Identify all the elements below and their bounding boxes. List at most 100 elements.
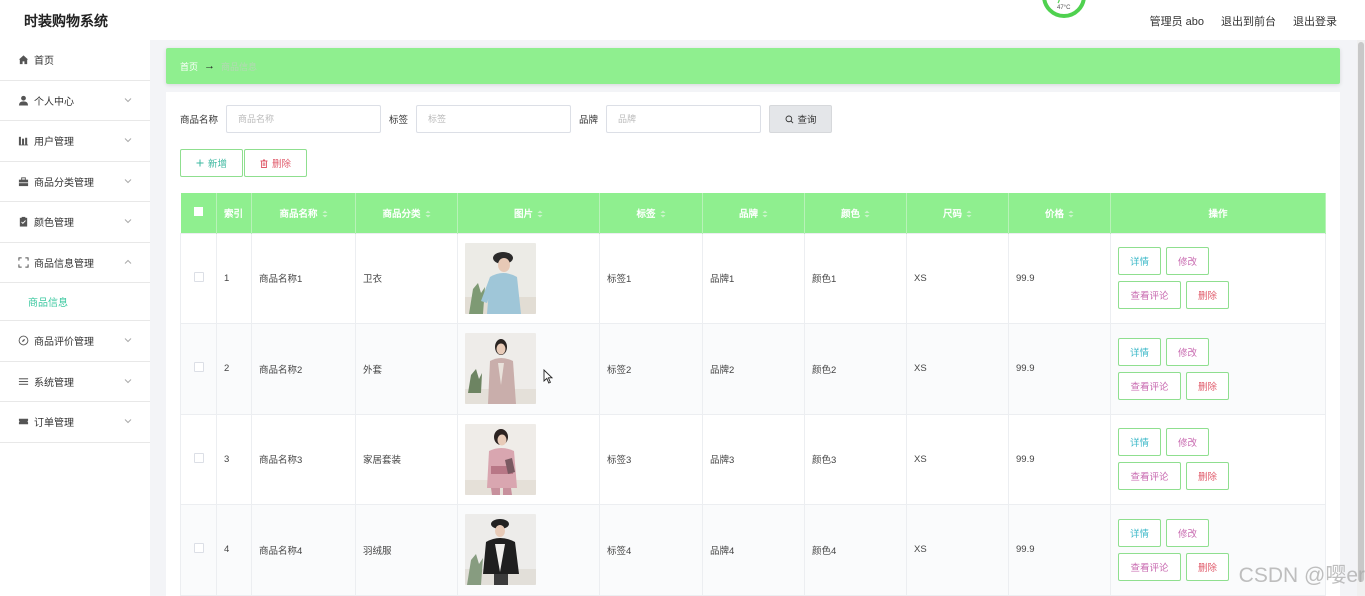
- sidebar-item-personal-center[interactable]: 个人中心: [0, 81, 150, 121]
- name-search-input[interactable]: [226, 105, 382, 133]
- chevron-down-icon: [124, 378, 132, 383]
- compass-icon: [17, 335, 29, 347]
- delete-button[interactable]: 删除: [1186, 552, 1229, 581]
- sidebar-item-user-management[interactable]: 用户管理: [0, 121, 150, 162]
- product-thumbnail[interactable]: [465, 423, 599, 495]
- column-header-operations: 操作: [1110, 193, 1326, 233]
- edit-button[interactable]: 修改: [1166, 337, 1209, 366]
- scrollbar-thumb[interactable]: [1358, 42, 1364, 582]
- detail-button[interactable]: 详情: [1118, 428, 1161, 457]
- sort-icon: [537, 210, 543, 218]
- cell-price: 99.9: [1008, 232, 1111, 324]
- chevron-down-icon: [124, 97, 132, 102]
- cell-index: 3: [216, 413, 252, 505]
- edit-button[interactable]: 修改: [1166, 428, 1209, 457]
- list-icon: [17, 375, 29, 387]
- column-header-name[interactable]: 商品名称: [251, 193, 356, 233]
- page-scrollbar[interactable]: [1357, 40, 1365, 596]
- product-thumbnail[interactable]: [465, 242, 599, 314]
- sidebar-item-home[interactable]: 首页: [0, 40, 150, 81]
- column-header-price[interactable]: 价格: [1008, 193, 1111, 233]
- column-header-image[interactable]: 图片: [457, 193, 600, 233]
- tag-search-input[interactable]: [416, 105, 572, 133]
- detail-button[interactable]: 详情: [1118, 518, 1161, 547]
- cell-color: 颜色2: [804, 323, 907, 415]
- cell-operations: 详情 修改查看评论 删除: [1110, 323, 1326, 415]
- query-button[interactable]: 查询: [769, 105, 833, 133]
- view-reviews-button[interactable]: 查看评论: [1118, 462, 1181, 491]
- column-header-size[interactable]: 尺码: [906, 193, 1009, 233]
- brand-search-input[interactable]: [606, 105, 762, 133]
- cell-brand: 品牌3: [702, 413, 805, 505]
- sidebar-item-review-management[interactable]: 商品评价管理: [0, 321, 150, 362]
- view-reviews-button[interactable]: 查看评论: [1118, 371, 1181, 400]
- add-button[interactable]: 新增: [180, 149, 243, 177]
- app-title: 时装购物系统: [24, 13, 108, 29]
- clipboard-icon: [17, 216, 29, 228]
- chevron-down-icon: [124, 138, 132, 143]
- logout-link[interactable]: 退出登录: [1293, 13, 1337, 29]
- delete-button[interactable]: 删除: [1186, 281, 1229, 310]
- cell-image: [457, 232, 600, 324]
- sidebar-item-label: 订单管理: [34, 418, 74, 430]
- arrow-right-icon: →: [204, 60, 216, 72]
- cell-brand: 品牌1: [702, 232, 805, 324]
- sidebar-item-label: 商品评价管理: [34, 337, 94, 349]
- breadcrumb-home[interactable]: 首页: [180, 60, 198, 73]
- sort-icon: [322, 210, 327, 218]
- row-checkbox[interactable]: [193, 362, 204, 373]
- sidebar-subitem-product-info[interactable]: 商品信息: [0, 283, 150, 321]
- cell-price: 99.9: [1008, 413, 1111, 505]
- row-checkbox[interactable]: [193, 543, 204, 554]
- row-checkbox[interactable]: [193, 271, 204, 282]
- sidebar-item-label: 首页: [34, 56, 54, 68]
- csdn-watermark: CSDN @嘤er: [1238, 564, 1365, 587]
- select-all-checkbox[interactable]: [193, 206, 203, 216]
- batch-delete-button[interactable]: 删除: [244, 149, 307, 177]
- cell-image: [457, 413, 600, 505]
- main-panel: 商品名称 标签 品牌 查询 新增 删除 索引 商品名称 商品分类: [166, 92, 1340, 596]
- cell-operations: 详情 修改查看评论 删除: [1110, 413, 1326, 505]
- sidebar-item-system-management[interactable]: 系统管理: [0, 362, 150, 402]
- chevron-up-icon: [124, 259, 132, 264]
- sidebar-item-label: 用户管理: [34, 137, 74, 149]
- column-header-tag[interactable]: 标签: [599, 193, 703, 233]
- chevron-down-icon: [124, 419, 132, 424]
- column-header-label: 价格: [1044, 208, 1064, 220]
- column-header-category[interactable]: 商品分类: [355, 193, 458, 233]
- home-icon: [17, 54, 29, 66]
- cell-color: 颜色3: [804, 413, 907, 505]
- product-thumbnail[interactable]: [465, 333, 599, 405]
- exit-to-frontend-link[interactable]: 退出到前台: [1221, 13, 1276, 29]
- plus-icon: [196, 159, 204, 167]
- cell-index: 2: [216, 323, 252, 415]
- sidebar-item-order-management[interactable]: 订单管理: [0, 402, 150, 443]
- cell-price: 99.9: [1008, 323, 1111, 415]
- view-reviews-button[interactable]: 查看评论: [1118, 281, 1181, 310]
- column-header-brand[interactable]: 品牌: [702, 193, 805, 233]
- breadcrumb-current: 商品信息: [221, 61, 258, 72]
- cell-tag: 标签4: [599, 504, 703, 596]
- view-reviews-button[interactable]: 查看评论: [1118, 552, 1181, 581]
- delete-button[interactable]: 删除: [1186, 371, 1229, 400]
- edit-button[interactable]: 修改: [1166, 247, 1209, 276]
- detail-button[interactable]: 详情: [1118, 247, 1161, 276]
- sidebar-item-product-info-management[interactable]: 商品信息管理: [0, 243, 150, 283]
- sidebar-item-color-management[interactable]: 颜色管理: [0, 202, 150, 243]
- column-header-color[interactable]: 颜色: [804, 193, 907, 233]
- row-checkbox[interactable]: [193, 452, 204, 463]
- user-icon: [17, 94, 29, 106]
- mouse-cursor-icon: [543, 369, 553, 384]
- cell-tag: 标签1: [599, 232, 703, 324]
- edit-button[interactable]: 修改: [1166, 518, 1209, 547]
- table-row: 4 商品名称4 羽绒服 标签4 品牌4 颜色4 XS 99.9 详情 修改 查看评论 删除: [180, 504, 1326, 596]
- detail-button[interactable]: 详情: [1118, 337, 1161, 366]
- cell-brand: 品牌2: [702, 323, 805, 415]
- row-select-cell: [180, 323, 217, 415]
- delete-button[interactable]: 删除: [1186, 462, 1229, 491]
- sort-icon: [864, 210, 870, 218]
- column-header-label: 尺码: [942, 208, 962, 220]
- sidebar-item-category-management[interactable]: 商品分类管理: [0, 162, 150, 202]
- product-thumbnail[interactable]: [465, 514, 599, 586]
- admin-user-link[interactable]: 管理员 abo: [1150, 13, 1204, 29]
